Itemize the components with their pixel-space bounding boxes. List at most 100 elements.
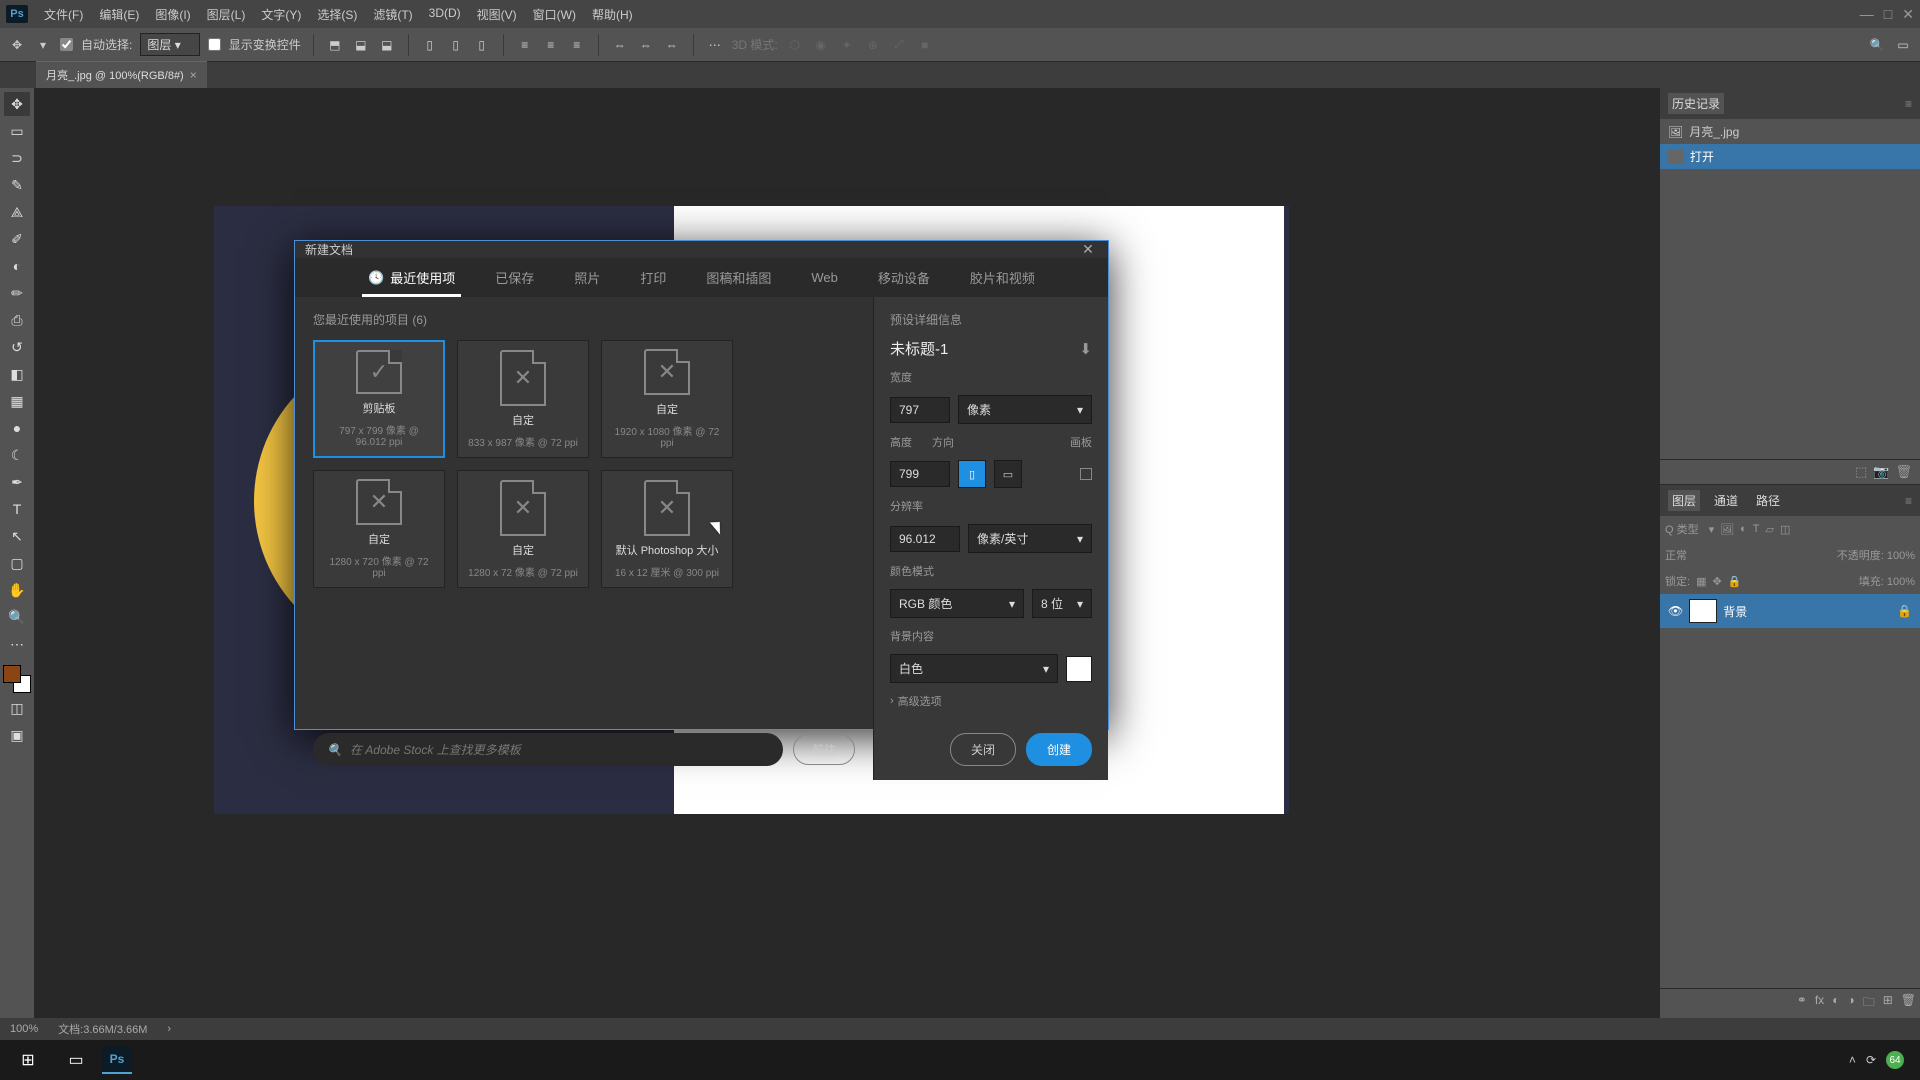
stamp-tool[interactable]: ⎙ bbox=[4, 308, 30, 332]
gradient-tool[interactable]: ▦ bbox=[4, 389, 30, 413]
menu-item[interactable]: 窗口(W) bbox=[525, 2, 584, 27]
history-brush-tool[interactable]: ↺ bbox=[4, 335, 30, 359]
eyedropper-tool[interactable]: ✐ bbox=[4, 227, 30, 251]
photoshop-taskbar-icon[interactable]: Ps bbox=[102, 1046, 132, 1074]
dialog-tab[interactable]: 移动设备 bbox=[872, 258, 936, 297]
quickmask-tool[interactable]: ◫ bbox=[4, 696, 30, 720]
preset-card[interactable]: ✕自定833 x 987 像素 @ 72 ppi bbox=[457, 340, 589, 458]
dialog-tab[interactable]: 🕓最近使用项 bbox=[362, 258, 461, 297]
filter-image-icon[interactable]: 🖼 bbox=[1720, 523, 1734, 536]
filter-shape-icon[interactable]: ▱ bbox=[1766, 523, 1774, 536]
menu-item[interactable]: 滤镜(T) bbox=[365, 2, 420, 27]
heal-tool[interactable]: ◐ bbox=[4, 254, 30, 278]
height-input[interactable]: 799 bbox=[890, 461, 950, 487]
align-right-icon[interactable]: ▯ bbox=[473, 36, 491, 54]
auto-select-checkbox[interactable] bbox=[60, 38, 73, 51]
align-left-icon[interactable]: ▯ bbox=[421, 36, 439, 54]
go-button[interactable]: 前往 bbox=[793, 734, 855, 765]
document-info[interactable]: 文档:3.66M/3.66M bbox=[58, 1021, 147, 1037]
menu-item[interactable]: 编辑(E) bbox=[91, 2, 147, 27]
lasso-tool[interactable]: ⊃ bbox=[4, 146, 30, 170]
artboard-checkbox[interactable] bbox=[1080, 468, 1092, 480]
edit-toolbar[interactable]: ⋯ bbox=[4, 632, 30, 656]
background-color-swatch[interactable] bbox=[1066, 656, 1092, 682]
bit-depth-select[interactable]: 8 位▾ bbox=[1032, 589, 1092, 618]
preset-card[interactable]: ✕自定1920 x 1080 像素 @ 72 ppi bbox=[601, 340, 733, 458]
color-swatches[interactable] bbox=[3, 665, 31, 693]
eraser-tool[interactable]: ◧ bbox=[4, 362, 30, 386]
wand-tool[interactable]: ✎ bbox=[4, 173, 30, 197]
menu-item[interactable]: 图层(L) bbox=[199, 2, 254, 27]
menu-item[interactable]: 文字(Y) bbox=[253, 2, 309, 27]
task-view-button[interactable]: ▭ bbox=[54, 1042, 98, 1078]
distribute-icon[interactable]: ≡ bbox=[516, 36, 534, 54]
dialog-tab[interactable]: Web bbox=[805, 260, 844, 295]
minimize-icon[interactable]: — bbox=[1860, 6, 1874, 23]
menu-item[interactable]: 文件(F) bbox=[36, 2, 91, 27]
color-mode-select[interactable]: RGB 颜色▾ bbox=[890, 589, 1024, 618]
dialog-close-icon[interactable]: ✕ bbox=[1078, 241, 1098, 258]
search-icon[interactable]: 🔍 bbox=[1868, 36, 1886, 54]
brush-tool[interactable]: ✏ bbox=[4, 281, 30, 305]
unit-select[interactable]: 像素▾ bbox=[958, 395, 1092, 424]
lock-pixels-icon[interactable]: ▦ bbox=[1696, 575, 1706, 588]
preset-card[interactable]: ✕自定1280 x 720 像素 @ 72 ppi bbox=[313, 470, 445, 588]
new-snapshot-icon[interactable]: 📷 bbox=[1873, 464, 1889, 480]
show-transform-checkbox[interactable] bbox=[208, 38, 221, 51]
align-hcenter-icon[interactable]: ▯ bbox=[447, 36, 465, 54]
width-input[interactable]: 797 bbox=[890, 397, 950, 423]
type-tool[interactable]: T bbox=[4, 497, 30, 521]
create-button[interactable]: 创建 bbox=[1026, 733, 1092, 766]
layers-tab[interactable]: 通道 bbox=[1710, 490, 1742, 511]
dialog-tab[interactable]: 图稿和插图 bbox=[700, 258, 777, 297]
history-step[interactable]: 打开 bbox=[1660, 144, 1920, 169]
distribute-h-icon[interactable]: ⇔ bbox=[611, 36, 629, 54]
menu-item[interactable]: 视图(V) bbox=[469, 2, 525, 27]
resolution-unit-select[interactable]: 像素/英寸▾ bbox=[968, 524, 1092, 553]
distribute-h-icon[interactable]: ⇔ bbox=[663, 36, 681, 54]
start-button[interactable]: ⊞ bbox=[6, 1042, 50, 1078]
landscape-button[interactable]: ▭ bbox=[994, 460, 1022, 488]
layer-thumbnail[interactable] bbox=[1689, 599, 1717, 623]
close-window-icon[interactable]: ✕ bbox=[1902, 6, 1914, 23]
move-tool[interactable]: ✥ bbox=[4, 92, 30, 116]
lock-all-icon[interactable]: 🔒 bbox=[1728, 575, 1742, 588]
zoom-tool[interactable]: 🔍 bbox=[4, 605, 30, 629]
panel-icon[interactable]: ⬚ bbox=[1855, 464, 1867, 480]
distribute-h-icon[interactable]: ⇔ bbox=[637, 36, 655, 54]
adjustment-icon[interactable]: ◑ bbox=[1847, 993, 1854, 1014]
panel-menu-icon[interactable]: ≡ bbox=[1905, 494, 1912, 508]
crop-tool[interactable]: ⟁ bbox=[4, 200, 30, 224]
layers-tab[interactable]: 路径 bbox=[1752, 490, 1784, 511]
dialog-tab[interactable]: 照片 bbox=[568, 258, 606, 297]
zoom-level[interactable]: 100% bbox=[10, 1023, 38, 1035]
lock-position-icon[interactable]: ✥ bbox=[1712, 575, 1721, 588]
preset-card[interactable]: ✓剪贴板797 x 799 像素 @ 96.012 ppi bbox=[313, 340, 445, 458]
workspace-icon[interactable]: ▭ bbox=[1894, 36, 1912, 54]
preset-card[interactable]: ✕自定1280 x 72 像素 @ 72 ppi bbox=[457, 470, 589, 588]
kind-filter[interactable]: Q 类型 bbox=[1665, 521, 1699, 537]
save-preset-icon[interactable]: ⬇ bbox=[1079, 340, 1092, 358]
link-icon[interactable]: ⚭ bbox=[1797, 993, 1807, 1014]
tray-chevron-icon[interactable]: ˄ bbox=[1849, 1053, 1856, 1067]
align-bottom-icon[interactable]: ⬓ bbox=[378, 36, 396, 54]
mask-icon[interactable]: ◐ bbox=[1832, 993, 1839, 1014]
auto-select-target[interactable]: 图层 ▾ bbox=[140, 33, 199, 56]
dialog-tab[interactable]: 打印 bbox=[634, 258, 672, 297]
history-document[interactable]: 🖼月亮_.jpg bbox=[1660, 119, 1920, 144]
screenmode-tool[interactable]: ▣ bbox=[4, 723, 30, 747]
menu-item[interactable]: 图像(I) bbox=[147, 2, 198, 27]
marquee-tool[interactable]: ▭ bbox=[4, 119, 30, 143]
dialog-tab[interactable]: 胶片和视频 bbox=[964, 258, 1041, 297]
opacity-label[interactable]: 不透明度: 100% bbox=[1837, 547, 1915, 563]
tray-sync-icon[interactable]: ⟳ bbox=[1866, 1053, 1876, 1067]
distribute-icon[interactable]: ≡ bbox=[568, 36, 586, 54]
menu-item[interactable]: 帮助(H) bbox=[584, 2, 641, 27]
filter-smart-icon[interactable]: ◫ bbox=[1780, 523, 1790, 536]
blend-mode[interactable]: 正常 bbox=[1665, 547, 1687, 563]
layer-name[interactable]: 背景 bbox=[1723, 603, 1747, 620]
new-layer-icon[interactable]: ⊞ bbox=[1883, 993, 1893, 1014]
filter-type-icon[interactable]: T bbox=[1753, 523, 1760, 535]
blur-tool[interactable]: ● bbox=[4, 416, 30, 440]
advanced-toggle[interactable]: ›高级选项 bbox=[890, 693, 1092, 709]
